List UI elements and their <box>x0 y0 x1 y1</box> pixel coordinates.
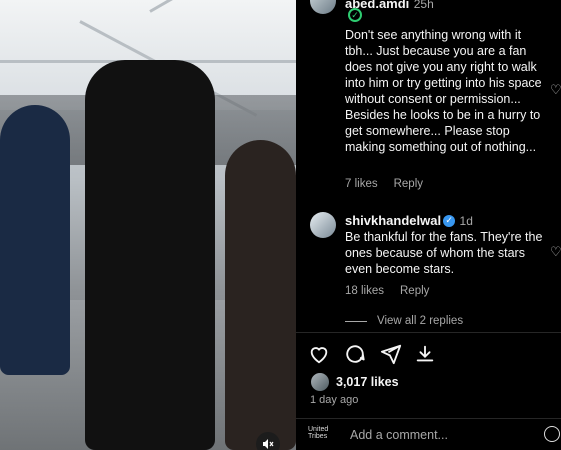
likes-count: 3,017 likes <box>336 375 399 389</box>
comment-like-heart-icon[interactable]: ♡ <box>550 82 561 98</box>
post-media[interactable] <box>0 0 296 450</box>
comment-time: 25h <box>413 0 434 11</box>
heart-icon[interactable] <box>308 343 332 367</box>
verified-badge-icon: ✓ <box>443 214 456 227</box>
save-icon[interactable] <box>414 343 438 367</box>
comment-likes[interactable]: 18 likes <box>345 285 384 297</box>
avatar[interactable] <box>310 0 336 14</box>
liker-avatar <box>310 372 330 392</box>
add-comment-bar: United Tribes Add a comment... <box>296 418 561 450</box>
post-actions <box>308 343 548 367</box>
mute-icon[interactable] <box>256 432 280 450</box>
view-replies-label: View all 2 replies <box>377 315 464 327</box>
comments-panel: abed.amdi 25h ✓ Don't see anything wrong… <box>296 0 561 450</box>
comment-text: Be thankful for the fans. They're the on… <box>345 230 543 276</box>
comment-like-heart-icon[interactable]: ♡ <box>550 244 561 260</box>
post-time: 1 day ago <box>310 394 359 406</box>
media-side-person <box>225 140 296 450</box>
comment-username[interactable]: shivkhandelwal <box>345 213 441 228</box>
emoji-icon[interactable] <box>544 426 560 442</box>
media-staff-person <box>0 105 70 375</box>
reply-button[interactable]: Reply <box>394 178 423 190</box>
reply-button[interactable]: Reply <box>400 285 429 297</box>
commenter-avatar: United Tribes <box>308 426 329 440</box>
comment-header: shivkhandelwal ✓ 1d <box>345 212 473 230</box>
view-replies-line <box>345 320 367 322</box>
verified-check-icon: ✓ <box>348 8 362 22</box>
comment-time: 1d <box>459 214 473 228</box>
comment-text: Don't see anything wrong with it tbh... … <box>345 28 542 154</box>
divider <box>296 332 561 333</box>
view-replies-button[interactable]: View all 2 replies <box>345 315 463 327</box>
avatar[interactable] <box>310 212 336 238</box>
comment-icon[interactable] <box>344 343 368 367</box>
comment-likes[interactable]: 7 likes <box>345 178 378 190</box>
media-main-person <box>85 60 215 450</box>
comment-input[interactable]: Add a comment... <box>350 428 448 442</box>
share-icon[interactable] <box>380 343 404 367</box>
comment-meta: 7 likes Reply <box>345 178 423 190</box>
post-likes[interactable]: 3,017 likes <box>310 372 399 392</box>
comment-meta: 18 likes Reply <box>345 285 429 297</box>
